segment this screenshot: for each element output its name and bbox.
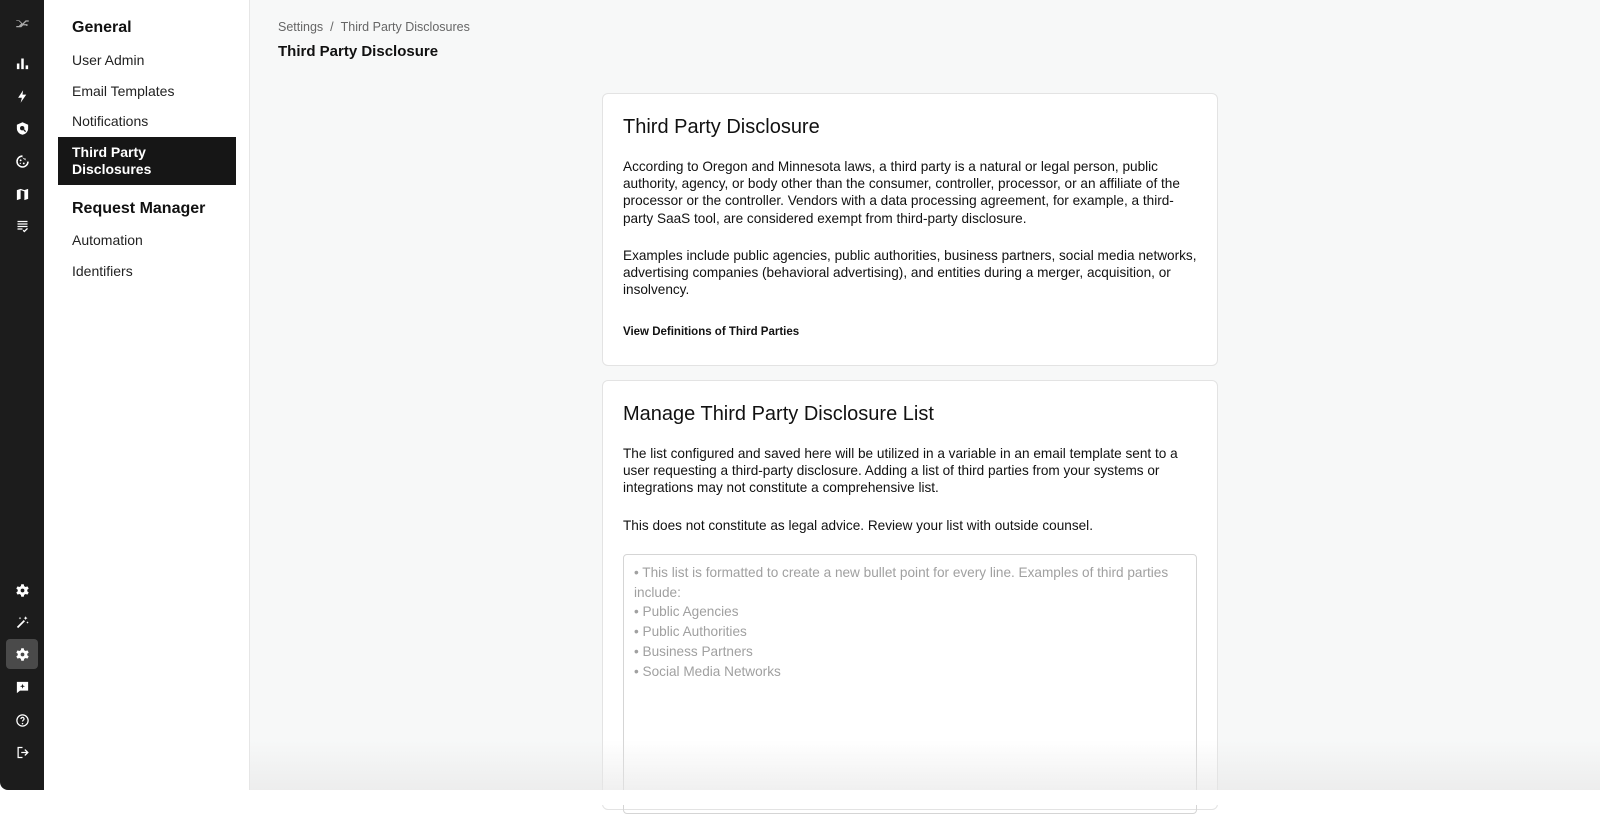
breadcrumb: Settings / Third Party Disclosures	[278, 20, 470, 34]
settings-sidebar: General User Admin Email Templates Notif…	[44, 0, 250, 790]
breadcrumb-current: Third Party Disclosures	[340, 20, 470, 34]
card-title: Third Party Disclosure	[623, 116, 820, 138]
card-title: Manage Third Party Disclosure List	[623, 403, 934, 425]
analytics-icon[interactable]	[6, 48, 38, 78]
page-title: Third Party Disclosure	[278, 43, 439, 60]
map-icon[interactable]	[6, 179, 38, 209]
sidebar-heading-general: General	[72, 19, 132, 36]
privacy-shield-icon[interactable]	[6, 113, 38, 143]
examples-text: Examples include public agencies, public…	[623, 247, 1197, 298]
sidebar-item-email-templates[interactable]: Email Templates	[72, 83, 174, 99]
bolt-icon[interactable]	[6, 81, 38, 111]
main-content: Settings / Third Party Disclosures Third P…	[250, 0, 1600, 814]
magic-wand-icon[interactable]	[6, 607, 38, 637]
legal-disclaimer: This does not constitute as legal advice…	[623, 517, 1093, 533]
sidebar-item-identifiers[interactable]: Identifiers	[72, 263, 133, 279]
sidebar-item-notifications[interactable]: Notifications	[72, 113, 148, 129]
logout-icon[interactable]	[6, 737, 38, 767]
logo-icon[interactable]	[6, 8, 38, 38]
breadcrumb-settings[interactable]: Settings	[278, 20, 323, 34]
list-description: The list configured and saved here will …	[623, 446, 1178, 496]
cookie-icon[interactable]	[6, 146, 38, 176]
checklist-icon[interactable]	[6, 211, 38, 241]
gear-icon[interactable]	[6, 575, 38, 605]
help-icon[interactable]	[6, 705, 38, 735]
sidebar-item-user-admin[interactable]: User Admin	[72, 52, 144, 68]
definition-text: According to Oregon and Minnesota laws, …	[623, 159, 1180, 226]
sidebar-item-third-party-disclosures[interactable]: Third Party Disclosures	[58, 137, 236, 185]
breadcrumb-separator: /	[330, 20, 334, 34]
feedback-icon[interactable]	[6, 672, 38, 702]
disclosure-info-card: Third Party Disclosure According to Oreg…	[602, 93, 1218, 366]
sidebar-heading-request-manager: Request Manager	[72, 200, 206, 217]
sidebar-item-automation[interactable]: Automation	[72, 232, 143, 248]
icon-rail	[0, 0, 44, 790]
window-bottom-edge	[0, 790, 1600, 805]
view-definitions-link[interactable]: View Definitions of Third Parties	[623, 326, 1197, 338]
bottom-fade	[250, 740, 1600, 790]
settings-icon[interactable]	[6, 639, 38, 669]
